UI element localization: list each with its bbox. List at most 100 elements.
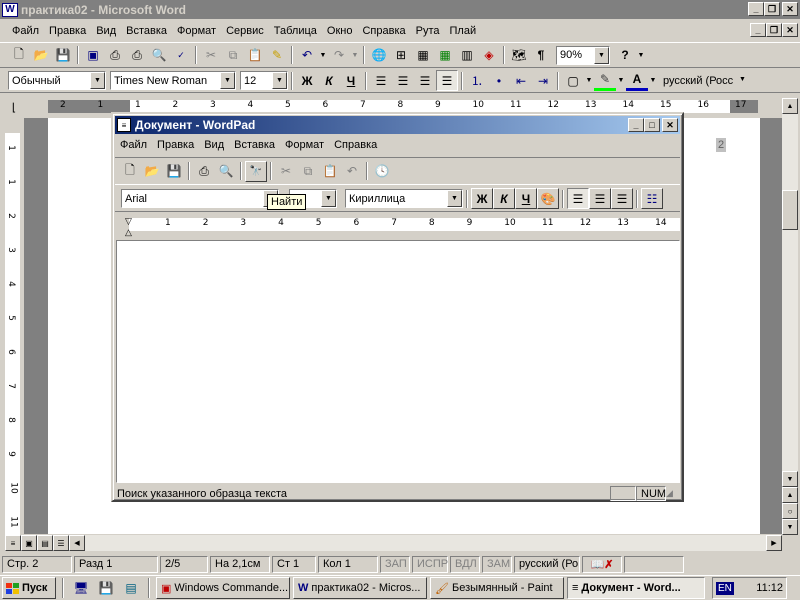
format-painter-icon[interactable]: ✎ xyxy=(266,45,288,66)
hyperlink-icon[interactable]: 🌐 xyxy=(368,45,390,66)
permission-icon[interactable]: ▣ xyxy=(82,45,104,66)
font-combo[interactable]: Times New Roman ▼ xyxy=(110,71,236,90)
style-dropdown-icon[interactable]: ▼ xyxy=(90,72,105,89)
undo-dropdown-icon[interactable]: ▼ xyxy=(318,45,328,66)
font-dropdown-icon[interactable]: ▼ xyxy=(220,72,235,89)
ruler-corner[interactable]: ⌊ xyxy=(5,99,23,115)
redo-dropdown-icon[interactable]: ▼ xyxy=(350,45,360,66)
select-browse-object-icon[interactable]: ○ xyxy=(782,503,798,519)
borders-dropdown-icon[interactable]: ▼ xyxy=(584,70,594,91)
wp-font-combo[interactable]: Arial ▼ xyxy=(121,189,279,208)
wp-menu-insert[interactable]: Вставка xyxy=(229,139,280,151)
hscroll-left-icon[interactable]: ◀ xyxy=(69,535,85,551)
restore-icon[interactable]: ❐ xyxy=(764,2,780,16)
wp-bullets-icon[interactable]: ☷ xyxy=(641,188,663,209)
hscroll-right-icon[interactable]: ▶ xyxy=(766,535,782,551)
columns-icon[interactable]: ▥ xyxy=(456,45,478,66)
menu-file[interactable]: Файл xyxy=(0,25,44,37)
cut-icon[interactable]: ✂ xyxy=(200,45,222,66)
font-color-dropdown-icon[interactable]: ▼ xyxy=(648,70,658,91)
status-section[interactable]: Разд 1 xyxy=(74,555,158,573)
task-paint[interactable]: 🖌 Безымянный - Paint xyxy=(430,577,564,599)
next-page-icon[interactable]: ▼ xyxy=(782,519,798,535)
wp-hanging-indent-marker[interactable]: △ xyxy=(125,227,132,238)
outline-view-icon[interactable]: ☰ xyxy=(53,535,69,551)
show-formatting-icon[interactable]: ¶ xyxy=(530,45,552,66)
word-app-icon[interactable]: W xyxy=(2,2,18,17)
align-center-icon[interactable]: ☰ xyxy=(392,70,414,91)
new-doc-icon[interactable]: 🗋 xyxy=(8,45,30,66)
zoom-combo[interactable]: 90% ▼ xyxy=(556,45,610,65)
wp-paste-icon[interactable]: 📋 xyxy=(319,161,341,182)
prev-page-icon[interactable]: ▲ xyxy=(782,487,798,503)
menu-tools[interactable]: Сервис xyxy=(221,25,269,37)
print-alt-icon[interactable]: ⎙ xyxy=(126,45,148,66)
open-folder-icon[interactable]: 📂 xyxy=(30,45,52,66)
status-rec[interactable]: ЗАП xyxy=(380,555,410,573)
scroll-up-icon[interactable]: ▲ xyxy=(782,98,798,114)
status-trk[interactable]: ИСПР xyxy=(412,555,448,573)
tables-borders-icon[interactable]: ⊞ xyxy=(390,45,412,66)
undo-icon[interactable]: ↶ xyxy=(296,45,318,66)
insert-table-icon[interactable]: ▦ xyxy=(412,45,434,66)
highlight-icon[interactable]: ✎ xyxy=(594,70,616,91)
print-preview-icon[interactable]: 🔍 xyxy=(148,45,170,66)
wp-align-center-icon[interactable]: ☰ xyxy=(589,188,611,209)
print-layout-icon[interactable]: ▤ xyxy=(37,535,53,551)
drawing-icon[interactable]: ◈ xyxy=(478,45,500,66)
style-combo[interactable]: Обычный ▼ xyxy=(8,71,106,90)
copy-icon[interactable]: ⧉ xyxy=(222,45,244,66)
menu-plai[interactable]: Плай xyxy=(445,25,482,37)
task-word[interactable]: W практика02 - Micros... xyxy=(293,577,427,599)
wp-script-dropdown-icon[interactable]: ▼ xyxy=(447,190,462,207)
menu-table[interactable]: Таблица xyxy=(269,25,322,37)
start-button[interactable]: Пуск xyxy=(2,577,56,599)
wp-menu-help[interactable]: Справка xyxy=(329,139,382,151)
task-wordpad[interactable]: ≡ Документ - Word... xyxy=(567,577,705,599)
minimize-icon[interactable]: _ xyxy=(748,2,764,16)
underline-button[interactable]: Ч xyxy=(340,70,362,91)
wp-indent-marker[interactable]: ▽ xyxy=(125,216,132,227)
task-windows-commander[interactable]: ▣ Windows Commande... xyxy=(156,577,290,599)
menu-edit[interactable]: Правка xyxy=(44,25,91,37)
status-ovr[interactable]: ЗАМ xyxy=(482,555,512,573)
font-color-icon[interactable]: A xyxy=(626,70,648,91)
justify-icon[interactable]: ☰ xyxy=(436,70,458,91)
increase-indent-icon[interactable]: ⇥ xyxy=(532,70,554,91)
wp-print-preview-icon[interactable]: 🔍 xyxy=(215,161,237,182)
normal-view-icon[interactable]: ≡ xyxy=(5,535,21,551)
spelling-icon[interactable]: ✓ xyxy=(170,45,192,66)
help-icon[interactable]: ? xyxy=(614,45,636,66)
close-icon[interactable]: ✕ xyxy=(782,2,798,16)
highlight-dropdown-icon[interactable]: ▼ xyxy=(616,70,626,91)
wp-new-icon[interactable]: 🗋 xyxy=(119,161,141,182)
wordpad-app-icon[interactable]: ≡ xyxy=(117,118,131,132)
wordpad-document[interactable] xyxy=(116,240,680,483)
status-language[interactable]: русский (Ро xyxy=(514,555,580,573)
toolbar-options-icon[interactable]: ▼ xyxy=(636,45,646,66)
wp-save-icon[interactable]: 💾 xyxy=(163,161,185,182)
size-dropdown-icon[interactable]: ▼ xyxy=(272,72,287,89)
wp-menu-file[interactable]: Файл xyxy=(115,139,152,151)
menu-window[interactable]: Окно xyxy=(322,25,358,37)
wp-color-icon[interactable]: 🎨 xyxy=(537,188,559,209)
wp-script-combo[interactable]: Кириллица ▼ xyxy=(345,189,463,208)
align-left-icon[interactable]: ☰ xyxy=(370,70,392,91)
wp-open-icon[interactable]: 📂 xyxy=(141,161,163,182)
wp-datetime-icon[interactable]: 🕓 xyxy=(371,161,393,182)
menu-help[interactable]: Справка xyxy=(357,25,410,37)
wordpad-title-bar[interactable]: ≡ Документ - WordPad _ □ ✕ xyxy=(115,116,680,134)
status-ext[interactable]: ВДЛ xyxy=(450,555,480,573)
status-line[interactable]: Ст 1 xyxy=(272,555,316,573)
resize-grip-icon[interactable]: ◢ xyxy=(666,488,680,499)
document-map-icon[interactable]: 🗺 xyxy=(508,45,530,66)
wp-undo-icon[interactable]: ↶ xyxy=(341,161,363,182)
language-combo[interactable]: русский (Росс ▼ xyxy=(660,71,750,90)
scroll-thumb[interactable] xyxy=(782,190,798,230)
wordpad-maximize-icon[interactable]: □ xyxy=(644,118,660,132)
wp-italic-button[interactable]: К xyxy=(493,188,515,209)
doc-restore-icon[interactable]: ❐ xyxy=(766,23,782,37)
bold-button[interactable]: Ж xyxy=(296,70,318,91)
word-title-bar[interactable]: W практика02 - Microsoft Word _ ❐ ✕ xyxy=(0,0,800,19)
align-right-icon[interactable]: ☰ xyxy=(414,70,436,91)
